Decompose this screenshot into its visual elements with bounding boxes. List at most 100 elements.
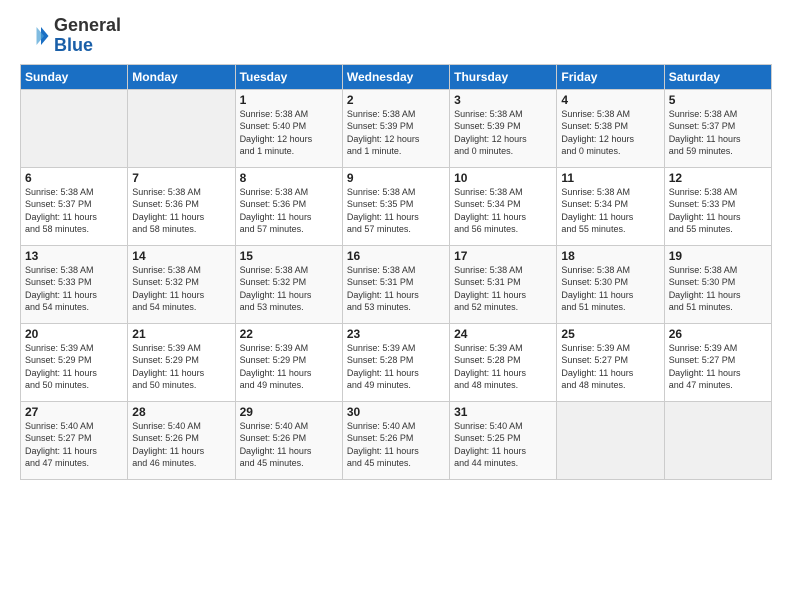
day-info: Sunrise: 5:39 AM Sunset: 5:28 PM Dayligh… — [347, 342, 445, 392]
day-number: 14 — [132, 249, 230, 263]
day-number: 6 — [25, 171, 123, 185]
calendar-cell: 22Sunrise: 5:39 AM Sunset: 5:29 PM Dayli… — [235, 323, 342, 401]
day-info: Sunrise: 5:39 AM Sunset: 5:27 PM Dayligh… — [561, 342, 659, 392]
day-number: 18 — [561, 249, 659, 263]
day-number: 2 — [347, 93, 445, 107]
col-header-sunday: Sunday — [21, 64, 128, 89]
calendar-cell: 1Sunrise: 5:38 AM Sunset: 5:40 PM Daylig… — [235, 89, 342, 167]
calendar-cell: 2Sunrise: 5:38 AM Sunset: 5:39 PM Daylig… — [342, 89, 449, 167]
day-info: Sunrise: 5:38 AM Sunset: 5:37 PM Dayligh… — [25, 186, 123, 236]
calendar-cell: 6Sunrise: 5:38 AM Sunset: 5:37 PM Daylig… — [21, 167, 128, 245]
logo-text: General Blue — [54, 16, 121, 56]
day-number: 9 — [347, 171, 445, 185]
day-number: 31 — [454, 405, 552, 419]
calendar-cell: 21Sunrise: 5:39 AM Sunset: 5:29 PM Dayli… — [128, 323, 235, 401]
calendar-cell: 17Sunrise: 5:38 AM Sunset: 5:31 PM Dayli… — [450, 245, 557, 323]
day-info: Sunrise: 5:38 AM Sunset: 5:33 PM Dayligh… — [669, 186, 767, 236]
calendar-cell: 30Sunrise: 5:40 AM Sunset: 5:26 PM Dayli… — [342, 401, 449, 479]
day-info: Sunrise: 5:39 AM Sunset: 5:29 PM Dayligh… — [132, 342, 230, 392]
calendar-cell: 28Sunrise: 5:40 AM Sunset: 5:26 PM Dayli… — [128, 401, 235, 479]
logo: General Blue — [20, 16, 121, 56]
day-info: Sunrise: 5:38 AM Sunset: 5:32 PM Dayligh… — [132, 264, 230, 314]
page: General Blue SundayMondayTuesdayWednesda… — [0, 0, 792, 490]
day-info: Sunrise: 5:38 AM Sunset: 5:39 PM Dayligh… — [347, 108, 445, 158]
day-info: Sunrise: 5:38 AM Sunset: 5:36 PM Dayligh… — [132, 186, 230, 236]
day-info: Sunrise: 5:39 AM Sunset: 5:29 PM Dayligh… — [25, 342, 123, 392]
day-number: 5 — [669, 93, 767, 107]
calendar-cell: 20Sunrise: 5:39 AM Sunset: 5:29 PM Dayli… — [21, 323, 128, 401]
day-number: 7 — [132, 171, 230, 185]
week-row-1: 1Sunrise: 5:38 AM Sunset: 5:40 PM Daylig… — [21, 89, 772, 167]
day-number: 22 — [240, 327, 338, 341]
day-number: 24 — [454, 327, 552, 341]
day-info: Sunrise: 5:40 AM Sunset: 5:27 PM Dayligh… — [25, 420, 123, 470]
calendar-cell: 15Sunrise: 5:38 AM Sunset: 5:32 PM Dayli… — [235, 245, 342, 323]
day-number: 27 — [25, 405, 123, 419]
calendar-cell: 12Sunrise: 5:38 AM Sunset: 5:33 PM Dayli… — [664, 167, 771, 245]
calendar-cell: 25Sunrise: 5:39 AM Sunset: 5:27 PM Dayli… — [557, 323, 664, 401]
day-number: 13 — [25, 249, 123, 263]
calendar-cell: 16Sunrise: 5:38 AM Sunset: 5:31 PM Dayli… — [342, 245, 449, 323]
calendar-cell: 23Sunrise: 5:39 AM Sunset: 5:28 PM Dayli… — [342, 323, 449, 401]
calendar-cell: 5Sunrise: 5:38 AM Sunset: 5:37 PM Daylig… — [664, 89, 771, 167]
col-header-wednesday: Wednesday — [342, 64, 449, 89]
day-info: Sunrise: 5:38 AM Sunset: 5:31 PM Dayligh… — [347, 264, 445, 314]
week-row-2: 6Sunrise: 5:38 AM Sunset: 5:37 PM Daylig… — [21, 167, 772, 245]
day-number: 23 — [347, 327, 445, 341]
day-info: Sunrise: 5:40 AM Sunset: 5:26 PM Dayligh… — [240, 420, 338, 470]
calendar-table: SundayMondayTuesdayWednesdayThursdayFrid… — [20, 64, 772, 480]
week-row-4: 20Sunrise: 5:39 AM Sunset: 5:29 PM Dayli… — [21, 323, 772, 401]
week-row-5: 27Sunrise: 5:40 AM Sunset: 5:27 PM Dayli… — [21, 401, 772, 479]
header-row: SundayMondayTuesdayWednesdayThursdayFrid… — [21, 64, 772, 89]
calendar-cell: 9Sunrise: 5:38 AM Sunset: 5:35 PM Daylig… — [342, 167, 449, 245]
day-number: 1 — [240, 93, 338, 107]
day-info: Sunrise: 5:38 AM Sunset: 5:40 PM Dayligh… — [240, 108, 338, 158]
day-info: Sunrise: 5:40 AM Sunset: 5:25 PM Dayligh… — [454, 420, 552, 470]
day-info: Sunrise: 5:38 AM Sunset: 5:39 PM Dayligh… — [454, 108, 552, 158]
calendar-cell: 27Sunrise: 5:40 AM Sunset: 5:27 PM Dayli… — [21, 401, 128, 479]
calendar-cell: 26Sunrise: 5:39 AM Sunset: 5:27 PM Dayli… — [664, 323, 771, 401]
day-info: Sunrise: 5:38 AM Sunset: 5:35 PM Dayligh… — [347, 186, 445, 236]
col-header-friday: Friday — [557, 64, 664, 89]
day-number: 10 — [454, 171, 552, 185]
day-info: Sunrise: 5:39 AM Sunset: 5:27 PM Dayligh… — [669, 342, 767, 392]
week-row-3: 13Sunrise: 5:38 AM Sunset: 5:33 PM Dayli… — [21, 245, 772, 323]
col-header-monday: Monday — [128, 64, 235, 89]
calendar-cell: 7Sunrise: 5:38 AM Sunset: 5:36 PM Daylig… — [128, 167, 235, 245]
header: General Blue — [20, 16, 772, 56]
day-number: 30 — [347, 405, 445, 419]
calendar-cell — [21, 89, 128, 167]
logo-icon — [20, 21, 50, 51]
day-number: 15 — [240, 249, 338, 263]
calendar-cell: 24Sunrise: 5:39 AM Sunset: 5:28 PM Dayli… — [450, 323, 557, 401]
day-info: Sunrise: 5:38 AM Sunset: 5:37 PM Dayligh… — [669, 108, 767, 158]
day-info: Sunrise: 5:38 AM Sunset: 5:32 PM Dayligh… — [240, 264, 338, 314]
day-number: 11 — [561, 171, 659, 185]
calendar-cell: 19Sunrise: 5:38 AM Sunset: 5:30 PM Dayli… — [664, 245, 771, 323]
day-number: 8 — [240, 171, 338, 185]
day-info: Sunrise: 5:40 AM Sunset: 5:26 PM Dayligh… — [347, 420, 445, 470]
day-number: 19 — [669, 249, 767, 263]
day-number: 16 — [347, 249, 445, 263]
day-info: Sunrise: 5:38 AM Sunset: 5:34 PM Dayligh… — [454, 186, 552, 236]
day-info: Sunrise: 5:38 AM Sunset: 5:36 PM Dayligh… — [240, 186, 338, 236]
calendar-cell: 3Sunrise: 5:38 AM Sunset: 5:39 PM Daylig… — [450, 89, 557, 167]
col-header-saturday: Saturday — [664, 64, 771, 89]
day-info: Sunrise: 5:39 AM Sunset: 5:29 PM Dayligh… — [240, 342, 338, 392]
calendar-cell — [128, 89, 235, 167]
day-info: Sunrise: 5:38 AM Sunset: 5:38 PM Dayligh… — [561, 108, 659, 158]
day-number: 12 — [669, 171, 767, 185]
calendar-cell: 10Sunrise: 5:38 AM Sunset: 5:34 PM Dayli… — [450, 167, 557, 245]
day-number: 25 — [561, 327, 659, 341]
day-number: 3 — [454, 93, 552, 107]
calendar-cell: 11Sunrise: 5:38 AM Sunset: 5:34 PM Dayli… — [557, 167, 664, 245]
calendar-cell: 29Sunrise: 5:40 AM Sunset: 5:26 PM Dayli… — [235, 401, 342, 479]
calendar-cell: 13Sunrise: 5:38 AM Sunset: 5:33 PM Dayli… — [21, 245, 128, 323]
day-info: Sunrise: 5:38 AM Sunset: 5:33 PM Dayligh… — [25, 264, 123, 314]
calendar-cell: 31Sunrise: 5:40 AM Sunset: 5:25 PM Dayli… — [450, 401, 557, 479]
day-info: Sunrise: 5:38 AM Sunset: 5:31 PM Dayligh… — [454, 264, 552, 314]
day-number: 28 — [132, 405, 230, 419]
day-number: 26 — [669, 327, 767, 341]
day-number: 4 — [561, 93, 659, 107]
calendar-cell — [557, 401, 664, 479]
